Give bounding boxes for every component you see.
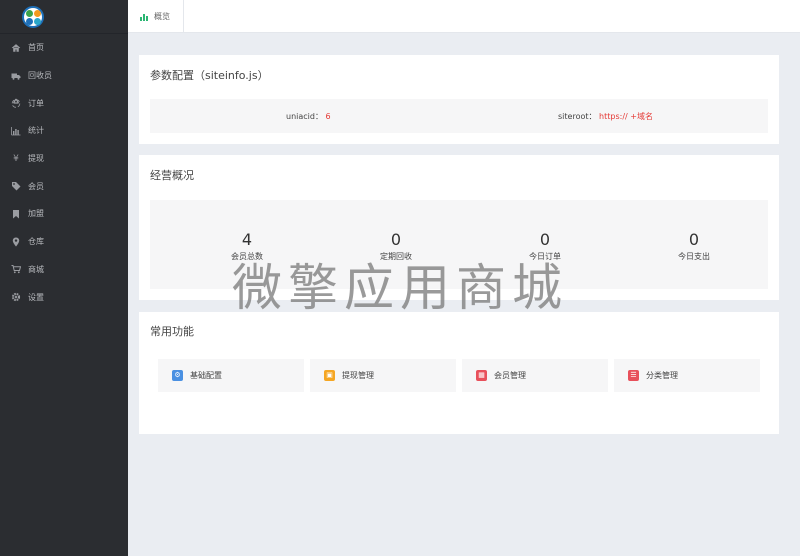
sidebar-item-settings[interactable]: 设置	[0, 283, 128, 311]
stat-value: 0	[390, 230, 402, 249]
operations-title: 经营概况	[150, 169, 194, 182]
tile-label: 基础配置	[190, 371, 222, 380]
sidebar-item-label: 仓库	[28, 237, 44, 247]
sidebar-item-withdraw[interactable]: ¥ 提现	[0, 145, 128, 173]
siteroot-label: siteroot：	[558, 112, 597, 121]
home-icon	[11, 43, 21, 53]
sidebar-item-franchise[interactable]: 加盟	[0, 200, 128, 228]
withdraw-management-button[interactable]: ▣ 提现管理	[310, 359, 456, 392]
sidebar-item-label: 商城	[28, 264, 44, 274]
stat-value: 4	[241, 230, 253, 249]
uniacid-value: 6	[325, 112, 331, 121]
sidebar-item-warehouse[interactable]: 仓库	[0, 228, 128, 256]
sidebar-item-home[interactable]: 首页	[0, 34, 128, 62]
sidebar-item-members[interactable]: 会员	[0, 172, 128, 200]
siteroot-value: https:// +域名	[599, 112, 653, 121]
sidebar-item-label: 提现	[28, 154, 44, 164]
wallet-icon: ▣	[324, 370, 335, 381]
cart-icon	[11, 264, 22, 274]
stat-value: 0	[688, 230, 700, 249]
siteroot-field: siteroot： https:// +域名	[558, 111, 653, 122]
sidebar-item-orders[interactable]: 订单	[0, 89, 128, 117]
param-config-card: 参数配置（siteinfo.js） uniacid： 6 siteroot： h…	[139, 55, 779, 144]
truck-icon	[11, 71, 21, 81]
sidebar-item-label: 会员	[28, 181, 44, 191]
sidebar-item-label: 设置	[28, 292, 44, 302]
settings-icon: ⚙	[172, 370, 183, 381]
tile-label: 分类管理	[646, 371, 678, 380]
list-icon: ☰	[628, 370, 639, 381]
bookmark-icon	[11, 209, 21, 219]
tile-label: 提现管理	[342, 371, 374, 380]
member-management-button[interactable]: ▦ 会员管理	[462, 359, 608, 392]
yen-icon: ¥	[13, 153, 19, 164]
sidebar-item-label: 首页	[28, 43, 44, 53]
gear-icon	[11, 292, 21, 302]
uniacid-field: uniacid： 6	[286, 111, 331, 122]
top-bar: 概览	[128, 0, 800, 33]
sidebar-item-mall[interactable]: 商城	[0, 256, 128, 284]
stat-label: 今日支出	[678, 252, 710, 261]
sidebar: 首页 回收员 订单 统计 ¥ 提现 会员 加盟 仓库 商城 设置	[0, 0, 128, 556]
stat-today-expense: 0 今日支出	[634, 231, 754, 262]
bar-chart-icon	[140, 13, 150, 21]
calendar-icon: ▦	[476, 370, 487, 381]
bar-chart-icon	[11, 126, 21, 136]
logo-area	[0, 0, 128, 34]
common-functions-card: 常用功能 ⚙ 基础配置 ▣ 提现管理 ▦ 会员管理 ☰ 分类管理	[139, 312, 779, 434]
sidebar-item-label: 加盟	[28, 209, 44, 219]
breadcrumb[interactable]: 概览	[128, 0, 184, 33]
app-logo[interactable]	[22, 6, 44, 28]
uniacid-label: uniacid：	[286, 112, 323, 121]
tile-label: 会员管理	[494, 371, 526, 380]
param-config-title: 参数配置（siteinfo.js）	[150, 69, 269, 82]
sidebar-item-label: 统计	[28, 126, 44, 136]
basic-config-button[interactable]: ⚙ 基础配置	[158, 359, 304, 392]
category-management-button[interactable]: ☰ 分类管理	[614, 359, 760, 392]
breadcrumb-label: 概览	[154, 12, 170, 21]
sidebar-item-label: 订单	[28, 98, 44, 108]
sidebar-item-recyclers[interactable]: 回收员	[0, 62, 128, 90]
recycle-icon	[11, 98, 21, 108]
sidebar-nav: 首页 回收员 订单 统计 ¥ 提现 会员 加盟 仓库 商城 设置	[0, 34, 128, 311]
tag-icon	[11, 181, 21, 191]
map-marker-icon	[11, 237, 21, 247]
stat-value: 0	[539, 230, 551, 249]
param-config-box: uniacid： 6 siteroot： https:// +域名	[150, 99, 768, 133]
watermark: 微擎应用商城	[232, 259, 568, 317]
sidebar-item-stats[interactable]: 统计	[0, 117, 128, 145]
sidebar-item-label: 回收员	[28, 71, 52, 81]
common-functions-title: 常用功能	[150, 325, 194, 338]
